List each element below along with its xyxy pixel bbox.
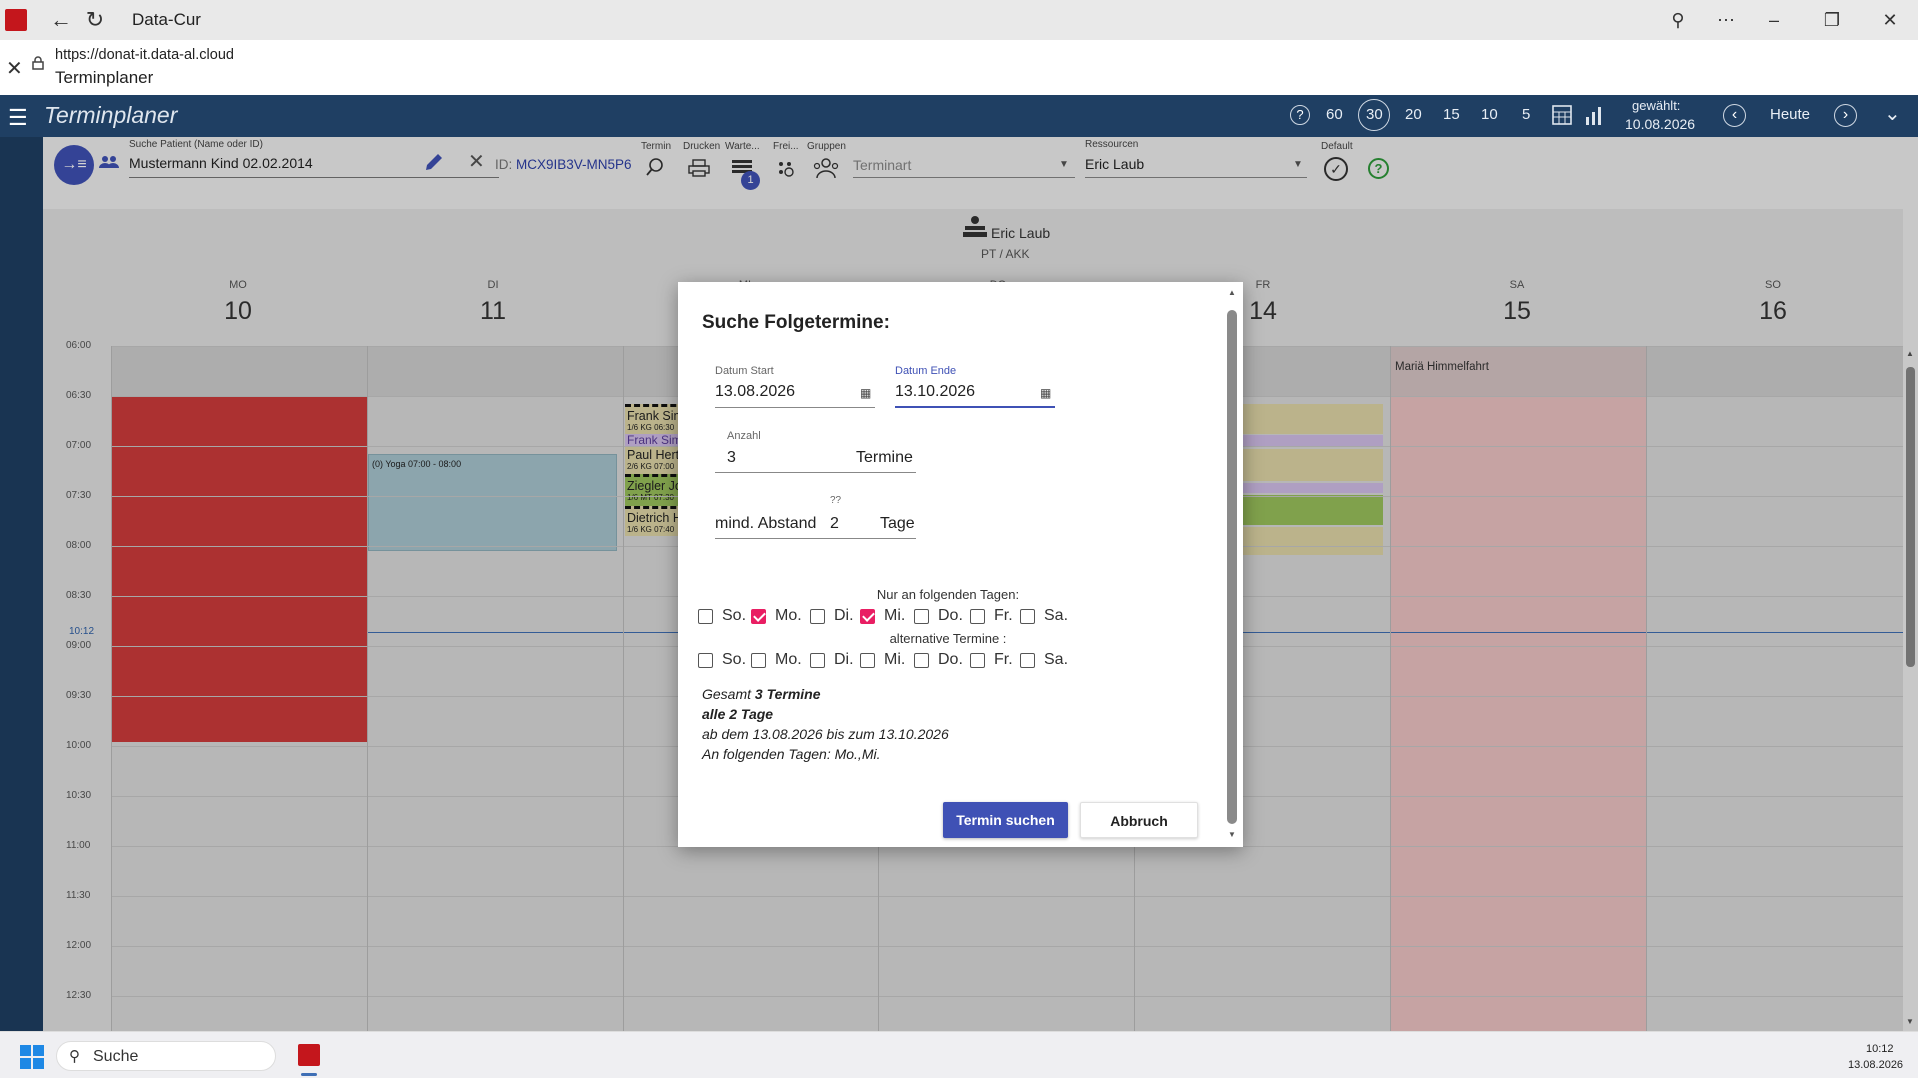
zoom-5[interactable]: 5 <box>1522 106 1530 123</box>
summary-range: ab dem 13.08.2026 bis zum 13.10.2026 <box>702 726 949 742</box>
abstand-input[interactable]: 2 <box>830 515 839 533</box>
zoom-60[interactable]: 60 <box>1326 106 1343 123</box>
prev-icon[interactable]: ‹ <box>1723 104 1746 127</box>
zoom-15[interactable]: 15 <box>1443 106 1460 123</box>
app-logo-icon <box>5 9 27 31</box>
alt-day-label: Mi. <box>884 651 906 668</box>
dialog-title: Suche Folgetermine: <box>702 312 890 333</box>
alt-day-checkbox-do[interactable] <box>914 653 929 668</box>
lock-icon <box>32 56 44 70</box>
selected-label: gewählt: <box>1632 98 1681 113</box>
alt-day-checkbox-sa[interactable] <box>1020 653 1035 668</box>
taskbar-app-icon[interactable] <box>298 1044 320 1066</box>
calendar-grid-icon[interactable] <box>1551 104 1573 126</box>
taskbar-search[interactable]: ⚲ Suche <box>56 1041 276 1071</box>
abstand-label: mind. Abstand <box>715 515 817 532</box>
only-day-label: Fr. <box>994 607 1013 624</box>
windows-start-icon[interactable] <box>20 1045 44 1069</box>
only-day-label: Di. <box>834 607 854 624</box>
zoom-search-icon[interactable]: ⚲ <box>1655 0 1701 40</box>
close-window-icon[interactable]: ✕ <box>1867 0 1913 40</box>
cancel-button[interactable]: Abbruch <box>1080 802 1198 838</box>
summary-total: Gesamt 3 Termine <box>702 686 821 702</box>
only-day-label: Mo. <box>775 607 802 624</box>
selected-date: 10.08.2026 <box>1625 116 1696 132</box>
restore-icon[interactable]: ❐ <box>1809 0 1855 40</box>
only-day-label: Mi. <box>884 607 906 624</box>
window-title: Data-Cur <box>132 10 201 29</box>
summary-interval: alle 2 Tage <box>702 706 774 722</box>
alt-day-label: Sa. <box>1044 651 1069 668</box>
alt-day-label: Di. <box>834 651 854 668</box>
only-day-checkbox-fr[interactable] <box>970 609 985 624</box>
help-icon[interactable]: ? <box>1290 105 1310 125</box>
only-day-checkbox-sa[interactable] <box>1020 609 1035 624</box>
alternative-label: alternative Termine : <box>889 631 1007 646</box>
page-title: Terminplaner <box>55 68 154 87</box>
taskbar-search-icon: ⚲ <box>69 1048 80 1065</box>
address-bar: ✕ https://donat-it.data-al.cloud Terminp… <box>0 40 1918 95</box>
app-header: ☰ Terminplaner ? 60 30 20 15 10 5 gewähl… <box>0 95 1918 137</box>
only-day-checkbox-di[interactable] <box>810 609 825 624</box>
alt-day-label: Do. <box>938 651 963 668</box>
anzahl-unit: Termine <box>856 449 913 466</box>
only-day-label: So. <box>722 607 747 624</box>
dialog-scrollbar[interactable]: ▲ ▼ <box>1226 288 1238 841</box>
url-text[interactable]: https://donat-it.data-al.cloud <box>55 47 234 63</box>
start-date-input[interactable]: 13.08.2026 <box>715 383 795 401</box>
only-days-label: Nur an folgenden Tagen: <box>876 587 1020 602</box>
hamburger-menu-icon[interactable]: ☰ <box>8 105 28 131</box>
abstand-unit: Tage <box>880 515 915 532</box>
active-app-indicator <box>301 1073 317 1076</box>
only-day-label: Do. <box>938 607 963 624</box>
alt-day-label: So. <box>722 651 747 668</box>
end-date-label: Datum Ende <box>895 365 957 377</box>
alt-day-label: Mo. <box>775 651 802 668</box>
follow-up-search-dialog: Suche Folgetermine: Datum Start 13.08.20… <box>678 282 1243 847</box>
only-day-checkbox-so[interactable] <box>698 609 713 624</box>
close-tab-icon[interactable]: ✕ <box>6 56 23 81</box>
clock-date: 13.08.2026 <box>1848 1059 1904 1071</box>
reload-icon[interactable]: ↻ <box>83 7 107 33</box>
only-day-checkbox-mi[interactable] <box>860 609 875 624</box>
windows-taskbar: ⚲ Suche 10:12 13.08.2026 <box>0 1031 1918 1078</box>
expand-chevron-icon[interactable]: ⌄ <box>1884 101 1901 126</box>
start-date-label: Datum Start <box>715 365 774 377</box>
more-options-icon[interactable]: ⋯ <box>1703 0 1749 40</box>
zoom-30[interactable]: 30 <box>1366 106 1383 123</box>
alt-day-checkbox-so[interactable] <box>698 653 713 668</box>
alt-day-checkbox-di[interactable] <box>810 653 825 668</box>
only-day-checkbox-do[interactable] <box>914 609 929 624</box>
summary-days: An folgenden Tagen: Mo.,Mi. <box>702 746 881 762</box>
start-calendar-icon[interactable]: ▦ <box>860 386 871 400</box>
search-appointment-button[interactable]: Termin suchen <box>943 802 1068 838</box>
browser-titlebar: ← ↻ Data-Cur <box>0 0 1918 40</box>
end-date-input[interactable]: 13.10.2026 <box>895 383 975 401</box>
taskbar-search-text: Suche <box>93 1048 139 1065</box>
statistics-icon[interactable] <box>1585 105 1603 125</box>
next-icon[interactable]: › <box>1834 104 1857 127</box>
zoom-20[interactable]: 20 <box>1405 106 1422 123</box>
only-day-checkbox-mo[interactable] <box>751 609 766 624</box>
anzahl-input[interactable]: 3 <box>727 449 736 467</box>
zoom-10[interactable]: 10 <box>1481 106 1498 123</box>
minimize-icon[interactable]: – <box>1751 0 1797 40</box>
alt-day-label: Fr. <box>994 651 1013 668</box>
only-day-label: Sa. <box>1044 607 1069 624</box>
clock-time: 10:12 <box>1866 1043 1894 1055</box>
alt-day-checkbox-mo[interactable] <box>751 653 766 668</box>
end-calendar-icon[interactable]: ▦ <box>1040 386 1051 400</box>
app-title: Terminplaner <box>44 102 178 128</box>
anzahl-label: Anzahl <box>727 430 761 442</box>
back-arrow-icon[interactable]: ← <box>49 7 73 33</box>
alt-day-checkbox-mi[interactable] <box>860 653 875 668</box>
alt-day-checkbox-fr[interactable] <box>970 653 985 668</box>
dialog-scroll-thumb[interactable] <box>1227 310 1237 824</box>
abstand-hint: ?? <box>830 495 842 506</box>
today-button[interactable]: Heute <box>1770 106 1810 123</box>
